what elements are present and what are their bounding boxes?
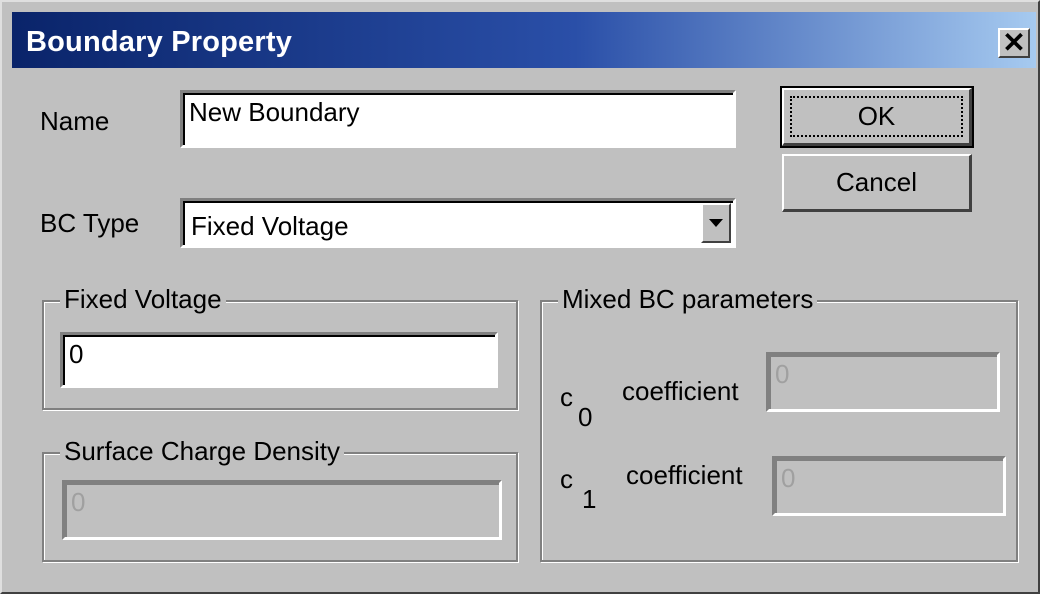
- ok-button[interactable]: OK: [780, 86, 974, 148]
- bc-type-selected-value: Fixed Voltage: [191, 211, 349, 241]
- title-bar[interactable]: Boundary Property ✕: [12, 12, 1036, 68]
- dialog-title: Boundary Property: [26, 26, 293, 58]
- bc-type-select[interactable]: Fixed Voltage: [180, 198, 736, 248]
- surface-charge-group-label: Surface Charge Density: [60, 436, 345, 467]
- c1-coefficient-label: c 1 coefficient: [560, 460, 780, 520]
- c0-coefficient-label: c 0 coefficient: [560, 372, 780, 432]
- surface-charge-input[interactable]: 0: [62, 480, 502, 540]
- surface-charge-value: 0: [71, 487, 86, 517]
- bc-type-label: BC Type: [40, 208, 140, 238]
- cancel-button[interactable]: Cancel: [782, 154, 972, 212]
- c1-subscript: 1: [582, 484, 597, 514]
- c1-coefficient-value: 0: [781, 463, 796, 493]
- ok-button-focus-ring: [790, 96, 963, 137]
- mixed-bc-group: Mixed BC parameters c 0 coefficient 0 c …: [540, 284, 1018, 562]
- close-icon: ✕: [1002, 27, 1026, 58]
- fixed-voltage-group: Fixed Voltage 0: [42, 284, 518, 410]
- mixed-bc-group-label: Mixed BC parameters: [558, 284, 818, 315]
- chevron-down-icon: [709, 219, 723, 227]
- c1-base: c: [560, 464, 573, 494]
- c1-suffix: coefficient: [626, 460, 743, 490]
- cancel-button-label: Cancel: [836, 167, 917, 197]
- c0-subscript: 0: [578, 402, 593, 432]
- name-label: Name: [40, 106, 110, 136]
- c0-coefficient-input[interactable]: 0: [766, 352, 1000, 412]
- dropdown-arrow-button[interactable]: [701, 203, 731, 243]
- c1-coefficient-input[interactable]: 0: [772, 456, 1006, 516]
- fixed-voltage-value: 0: [69, 339, 84, 369]
- c0-suffix: coefficient: [622, 376, 739, 406]
- close-button[interactable]: ✕: [998, 28, 1030, 58]
- name-input-value: New Boundary: [189, 97, 360, 127]
- c0-coefficient-value: 0: [775, 359, 790, 389]
- c0-base: c: [560, 382, 573, 412]
- surface-charge-group: Surface Charge Density 0: [42, 436, 518, 562]
- boundary-property-dialog: Boundary Property ✕ Name New Boundary OK…: [0, 0, 1040, 594]
- fixed-voltage-input[interactable]: 0: [60, 332, 498, 388]
- fixed-voltage-group-label: Fixed Voltage: [60, 284, 226, 315]
- name-input[interactable]: New Boundary: [180, 90, 736, 148]
